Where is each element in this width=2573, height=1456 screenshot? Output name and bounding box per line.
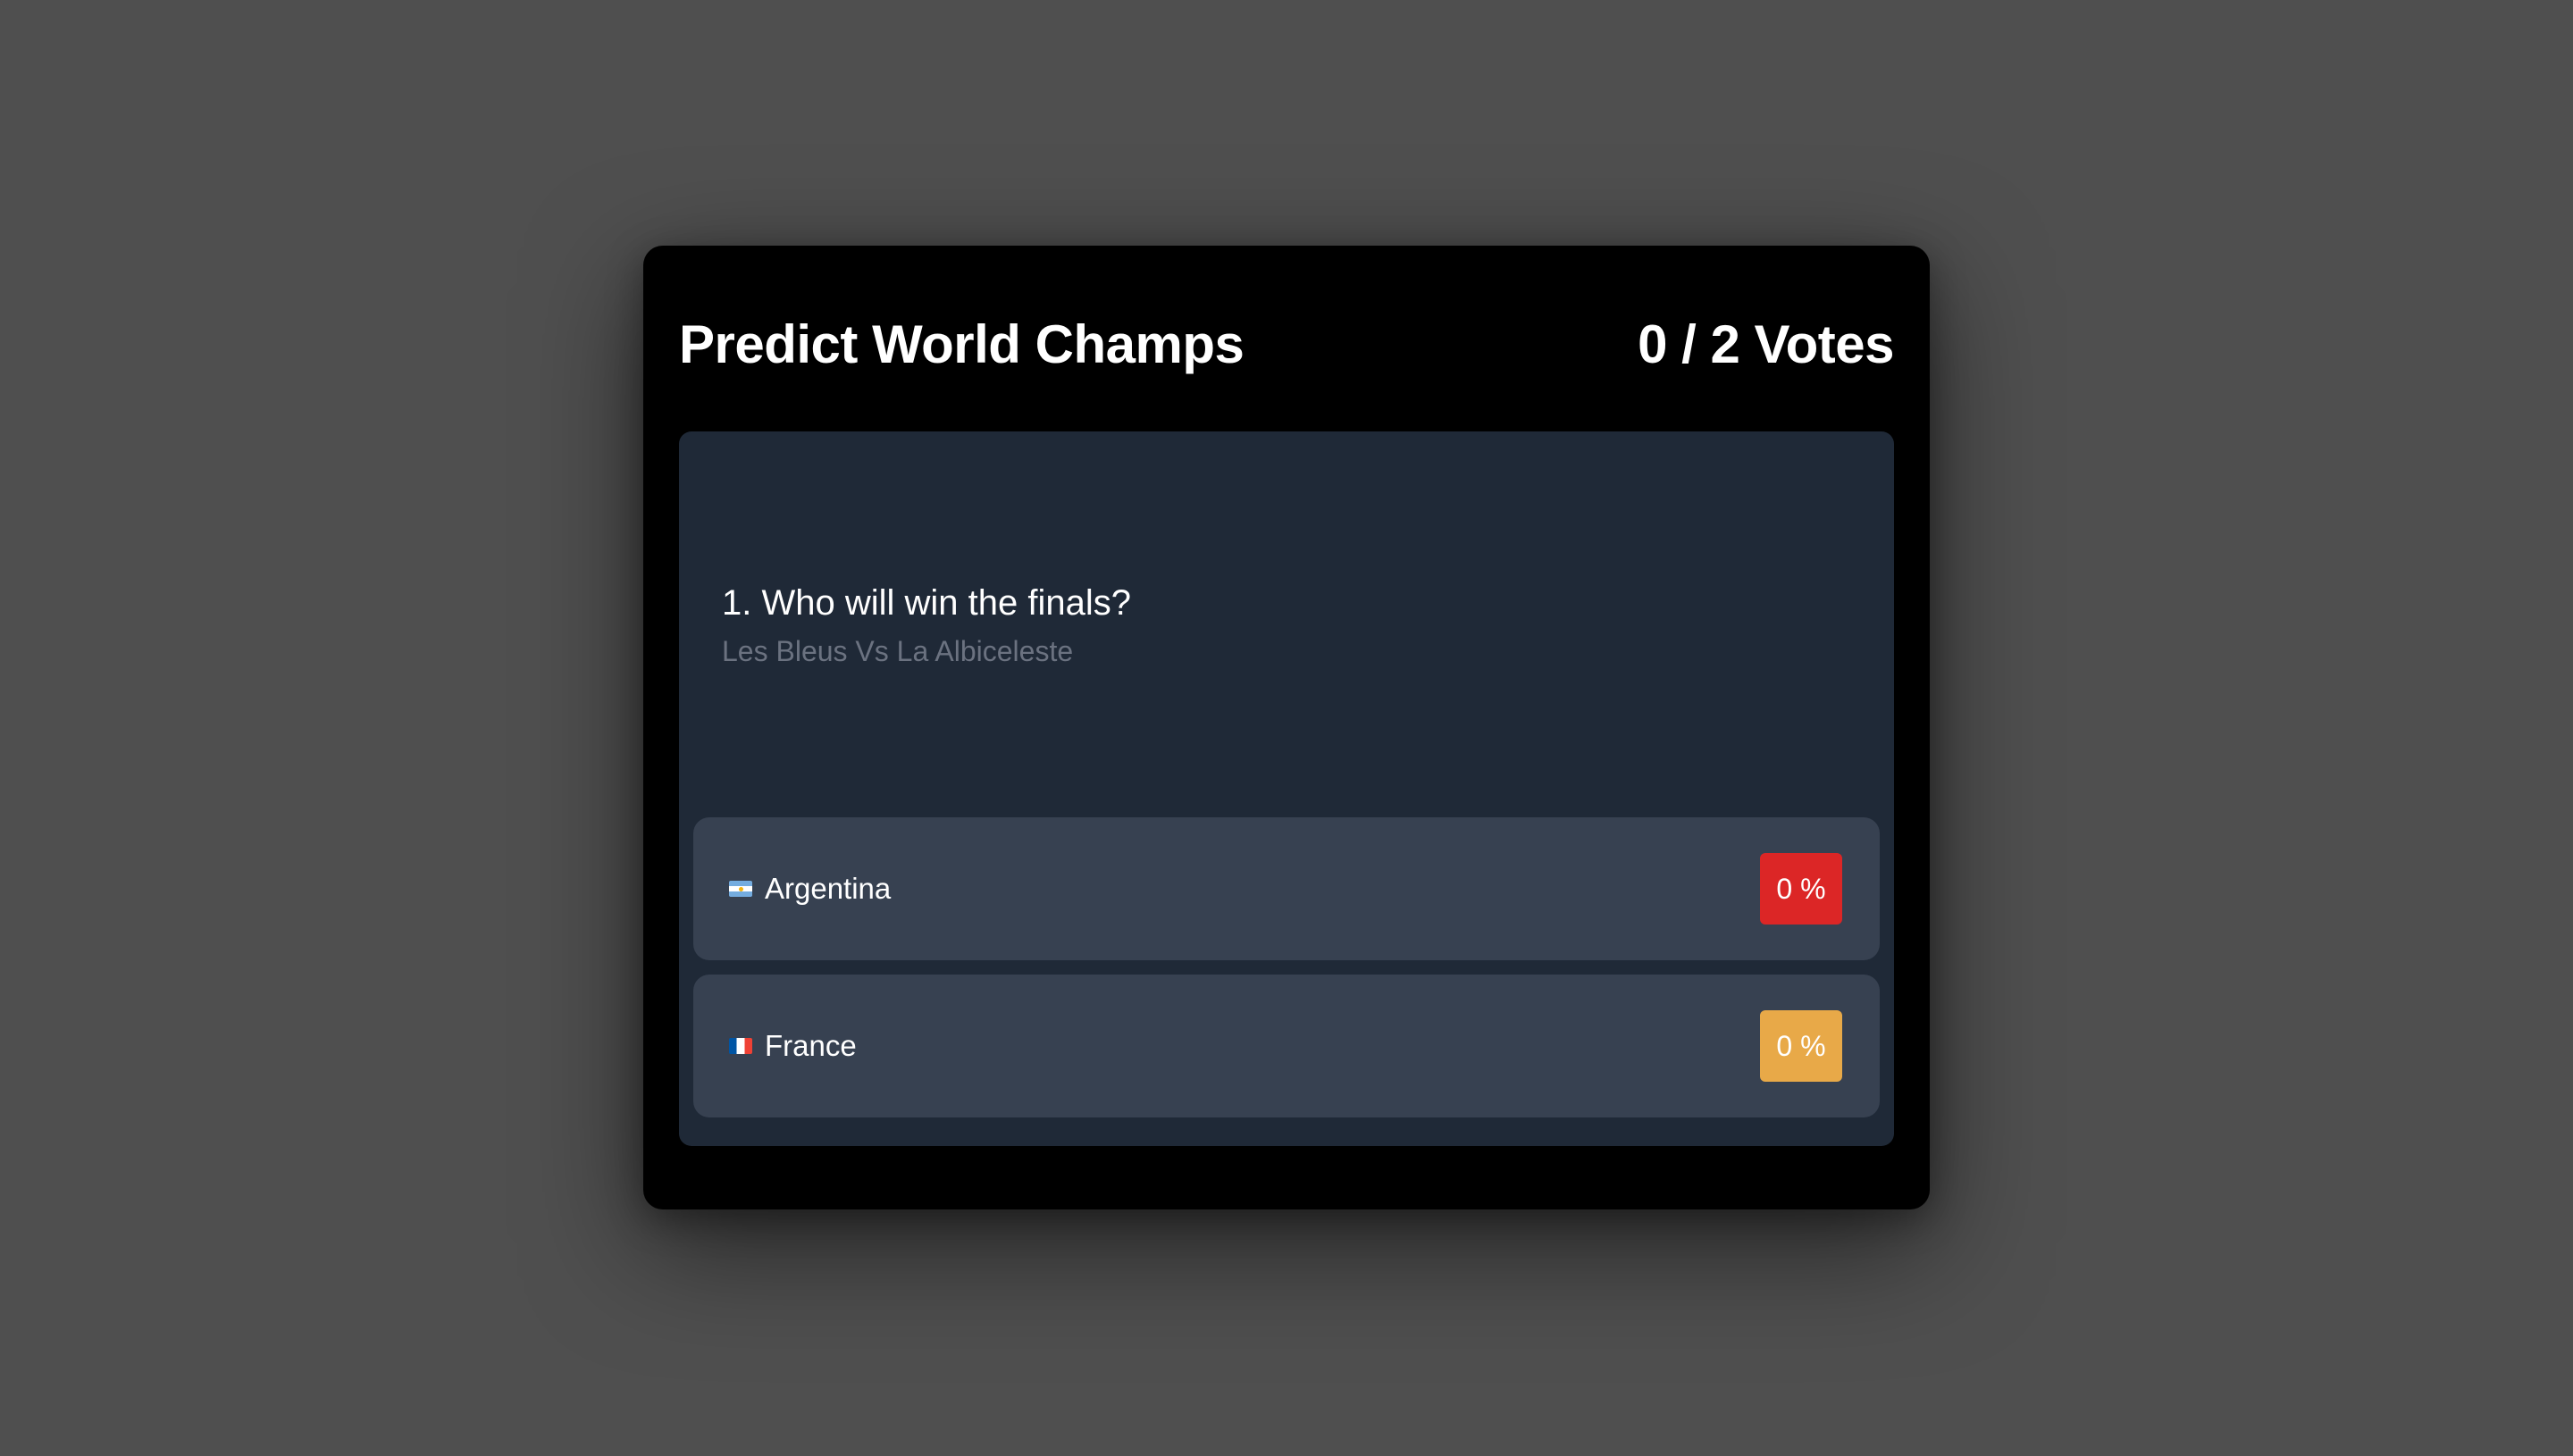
percent-badge: 0 % xyxy=(1760,853,1842,925)
france-flag-icon xyxy=(729,1038,752,1054)
option-france-content: France xyxy=(729,1029,857,1063)
question-text: 1. Who will win the finals? xyxy=(722,583,1131,623)
question-subtitle: Les Bleus Vs La Albiceleste xyxy=(722,635,1074,667)
option-label: Argentina xyxy=(765,872,892,905)
option-label: France xyxy=(765,1029,857,1062)
vote-count: 0 / 2 Votes xyxy=(1638,314,1894,374)
percent-badge: 0 % xyxy=(1760,1010,1842,1082)
option-argentina-content: Argentina xyxy=(729,872,891,906)
question-panel: 1. Who will win the finals? Les Bleus Vs… xyxy=(679,431,1894,1146)
option-argentina[interactable]: Argentina 0 % xyxy=(693,817,1880,960)
poll-title: Predict World Champs xyxy=(679,314,1245,374)
poll-card: Predict World Champs 0 / 2 Votes 1. Who … xyxy=(643,246,1930,1209)
argentina-flag-icon xyxy=(729,881,752,897)
card-header: Predict World Champs 0 / 2 Votes xyxy=(679,308,1894,380)
option-france[interactable]: France 0 % xyxy=(693,975,1880,1117)
